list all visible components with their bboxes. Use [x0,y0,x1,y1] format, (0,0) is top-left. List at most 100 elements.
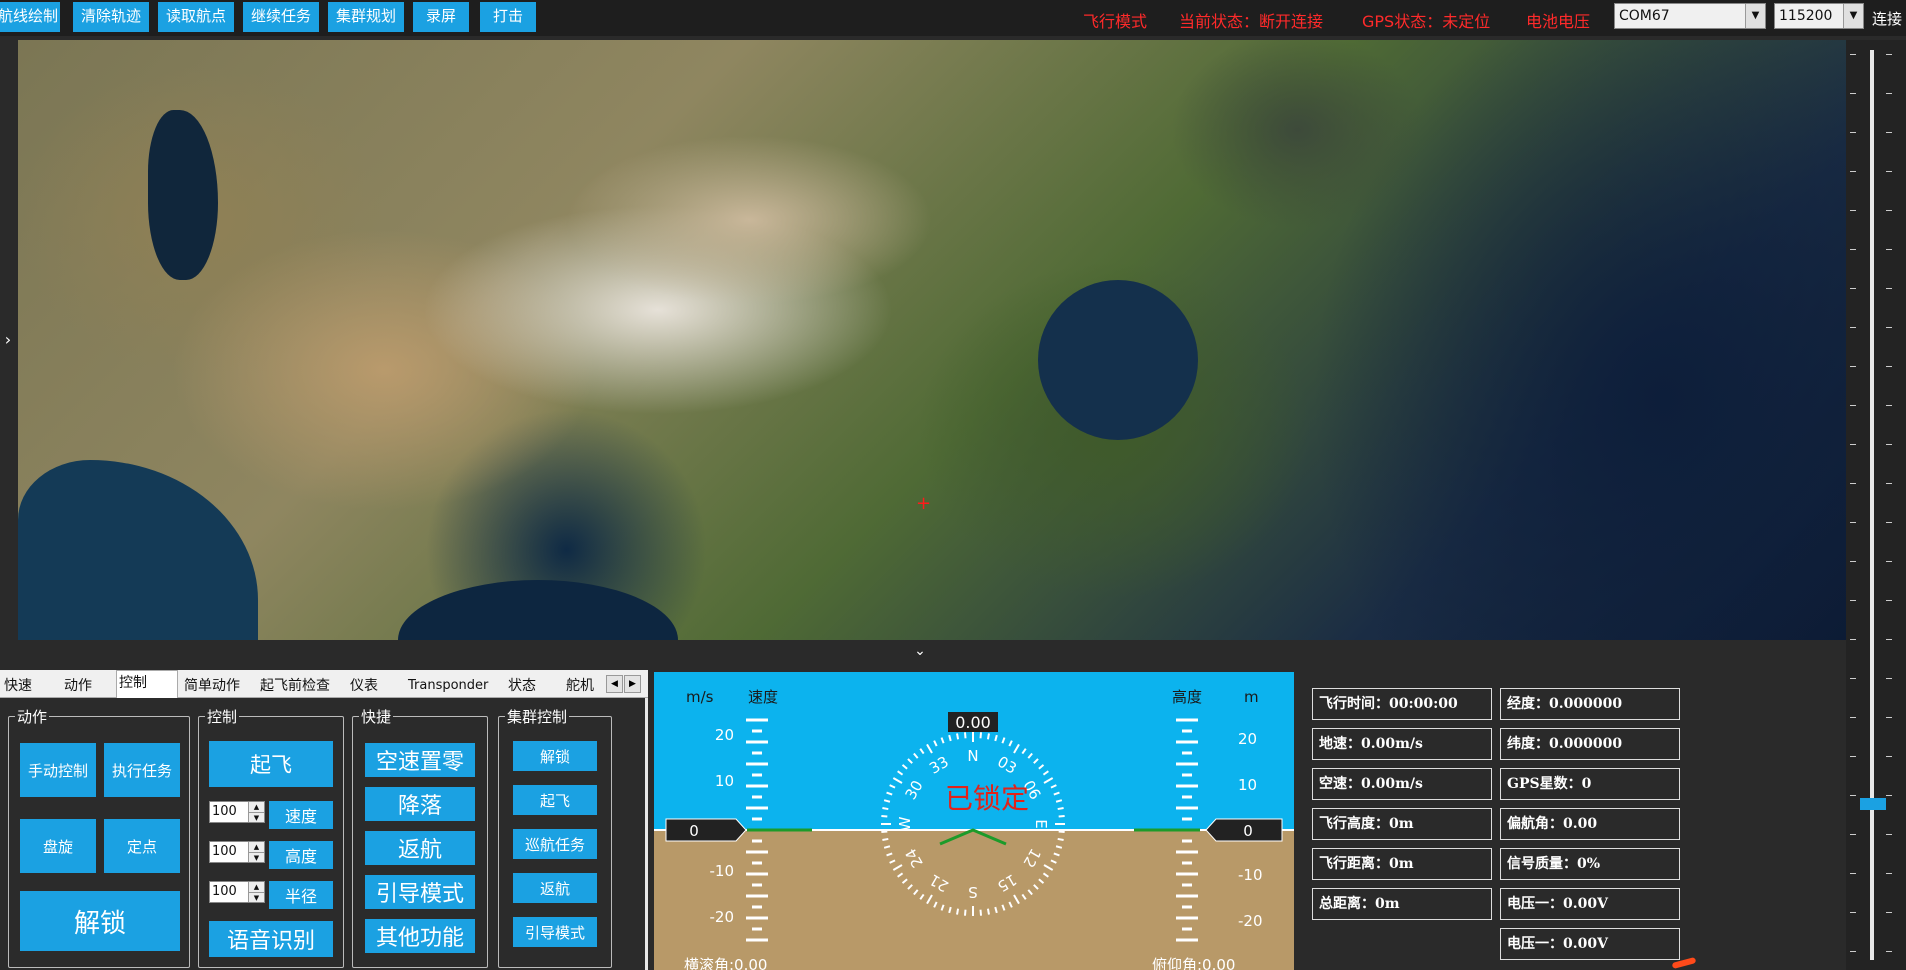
swarm-unlock-button[interactable]: 解锁 [513,741,597,771]
radius-stepper[interactable]: 100 ▲ ▼ [209,881,265,903]
swarm-patrol-button[interactable]: 巡航任务 [513,829,597,859]
manual-control-button[interactable]: 手动控制 [20,743,96,797]
takeoff-button[interactable]: 起飞 [209,741,333,787]
return-home-button[interactable]: 返航 [365,831,475,865]
clear-track-button[interactable]: 清除轨迹 [73,2,149,32]
yellow-sea [1038,280,1198,440]
strike-button[interactable]: 打击 [480,2,536,32]
slider-tick [1850,405,1856,406]
continue-task-button[interactable]: 继续任务 [243,2,319,32]
speed-stepper[interactable]: 100 ▲ ▼ [209,801,265,823]
slider-tick [1850,561,1856,562]
compass-tick [986,733,990,740]
ground-speed-field: 地速：0.00m/s [1312,728,1492,760]
flight-time-field: 飞行时间：00:00:00 [1312,688,1492,720]
swarm-control-group: 集群控制 解锁 起飞 巡航任务 返航 引导模式 [498,706,612,968]
tab-action[interactable]: 动作 [62,674,94,698]
set-altitude-button[interactable]: 高度 [269,841,333,869]
altitude-tick-label: 20 [1238,730,1257,748]
signal-quality-field: 信号质量：0% [1500,848,1680,880]
slider-tick [1886,717,1892,718]
compass-label: S [968,883,978,901]
baud-rate-select[interactable]: 115200 ▼ [1774,3,1864,29]
gps-status: GPS状态：未定位 [1362,12,1491,31]
speed-tick-label: 20 [715,726,734,744]
swarm-return-button[interactable]: 返航 [513,873,597,903]
stepper-down-icon[interactable]: ▼ [248,812,264,822]
stepper-up-icon[interactable]: ▲ [248,842,264,852]
radius-value: 100 [212,884,237,899]
tab-control[interactable]: 控制 [116,670,178,699]
control-group: 控制 起飞 100 ▲ ▼ 速度 100 ▲ ▼ 高度 100 ▲ ▼ 半径 语… [198,706,344,968]
slider-tick [1886,483,1892,484]
slider-tick [1886,327,1892,328]
compass-tick [882,837,889,841]
com-port-select[interactable]: COM67 ▼ [1614,3,1766,29]
tab-preflight-check[interactable]: 起飞前检查 [258,674,332,698]
stepper-up-icon[interactable]: ▲ [248,802,264,812]
tab-prev-icon[interactable]: ◀ [606,675,623,693]
satellite-map[interactable]: + [18,40,1846,640]
tab-simple-action[interactable]: 简单动作 [182,674,242,698]
circle-button[interactable]: 盘旋 [20,819,96,873]
compass-tick [881,830,888,834]
land-button[interactable]: 降落 [365,787,475,821]
stepper-down-icon[interactable]: ▼ [248,892,264,902]
tab-servo[interactable]: 舵机 [564,674,596,698]
tab-transponder[interactable]: Transponder [406,674,490,698]
slider-tick [1850,873,1856,874]
compass-label: N [967,747,978,765]
latitude-field: 纬度：0.000000 [1500,728,1680,760]
swarm-takeoff-button[interactable]: 起飞 [513,785,597,815]
stepper-up-icon[interactable]: ▲ [248,882,264,892]
slider-tick [1850,132,1856,133]
air-speed-field: 空速：0.00m/s [1312,768,1492,800]
slider-tick [1850,951,1856,952]
speed-unit: m/s [686,688,714,706]
altitude-tick-label: -10 [1238,866,1263,884]
slider-tick [1850,912,1856,913]
set-radius-button[interactable]: 半径 [269,881,333,909]
tab-instruments[interactable]: 仪表 [348,674,380,698]
execute-task-button[interactable]: 执行任务 [104,743,180,797]
slider-tick [1886,951,1892,952]
hold-position-button[interactable]: 定点 [104,819,180,873]
tab-next-icon[interactable]: ▶ [624,675,641,693]
tab-status[interactable]: 状态 [506,674,538,698]
expand-left-icon[interactable]: › [0,330,16,354]
caspian-sea [148,110,218,280]
speed-value: 100 [212,804,237,819]
speed-tick-label: -20 [710,908,735,926]
altitude-value: 0 [1243,822,1253,840]
flight-mode-status: 飞行模式 [1083,12,1148,31]
slider-handle[interactable] [1860,798,1886,810]
slider-tick [1850,639,1856,640]
route-draw-button[interactable]: 航线绘制 [0,2,60,32]
swarm-plan-button[interactable]: 集群规划 [328,2,404,32]
other-functions-button[interactable]: 其他功能 [365,919,475,953]
slider-tick [1850,249,1856,250]
read-waypoints-button[interactable]: 读取航点 [158,2,234,32]
voltage-2-field: 电压一：0.00V [1500,928,1680,960]
set-speed-button[interactable]: 速度 [269,801,333,829]
compass-tick [881,814,888,818]
tab-quick[interactable]: 快速 [2,674,34,698]
altitude-stepper[interactable]: 100 ▲ ▼ [209,841,265,863]
vertical-slider[interactable] [1846,40,1906,970]
unlock-button[interactable]: 解锁 [20,891,180,951]
roll-angle: 横滚角:0.00 [684,956,767,970]
airspeed-zero-button[interactable]: 空速置零 [365,743,475,777]
guided-mode-button[interactable]: 引导模式 [365,875,475,909]
record-screen-button[interactable]: 录屏 [413,2,469,32]
collapse-down-icon[interactable]: ⌄ [908,643,932,663]
chevron-down-icon: ▼ [1843,4,1863,28]
swarm-guided-button[interactable]: 引导模式 [513,917,597,947]
voltage-1-field: 电压一：0.00V [1500,888,1680,920]
altitude-unit: m [1244,688,1259,706]
voice-recognition-button[interactable]: 语音识别 [209,921,333,957]
connect-button[interactable]: 连接 [1872,8,1902,29]
slider-tick [1850,834,1856,835]
stepper-down-icon[interactable]: ▼ [248,852,264,862]
slider-tick [1886,912,1892,913]
control-panel: 动作 手动控制 执行任务 盘旋 定点 解锁 控制 起飞 100 ▲ ▼ 速度 1… [0,698,648,970]
